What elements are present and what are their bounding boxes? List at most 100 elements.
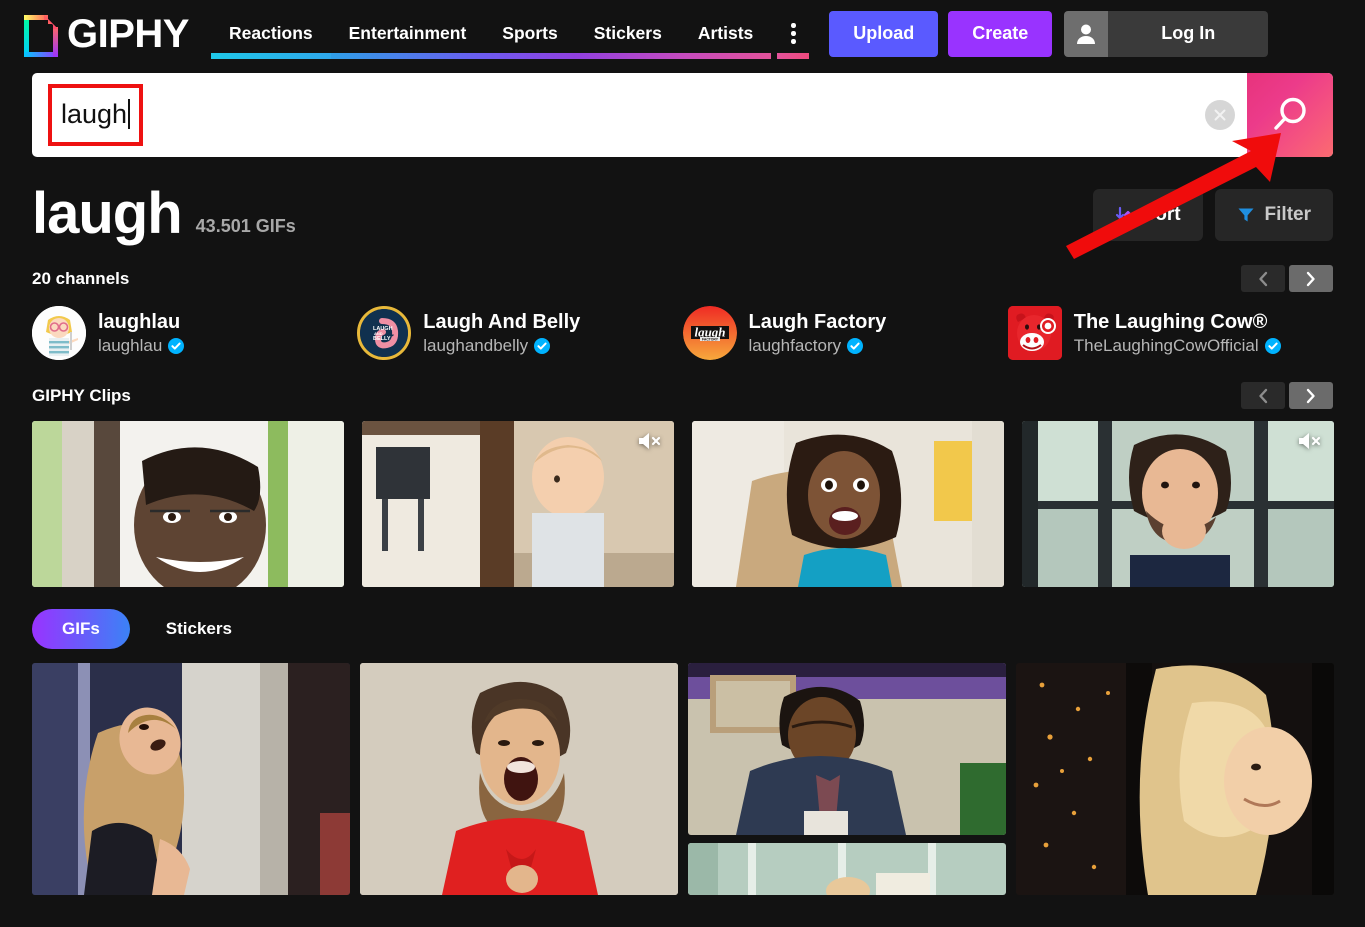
sort-arrow-icon	[1115, 206, 1132, 224]
channels-section-header: 20 channels	[0, 265, 1365, 292]
channel-handle: laughandbelly	[423, 335, 529, 355]
log-in-button[interactable]: Log In	[1108, 10, 1269, 57]
svg-text:BELLY: BELLY	[373, 336, 391, 342]
mute-icon	[639, 433, 661, 449]
gif-results-grid	[0, 663, 1365, 895]
clip-item[interactable]	[32, 421, 344, 587]
verified-badge-icon	[1264, 337, 1281, 354]
nav-underline	[679, 53, 772, 59]
clip-thumbnail	[362, 421, 674, 587]
channel-meta: laughlau laughlau	[98, 310, 185, 356]
chevron-left-icon	[1259, 271, 1268, 286]
content-type-tabs: GIFs Stickers	[0, 609, 1365, 649]
grid-column	[1016, 663, 1334, 895]
search-row: laugh	[0, 67, 1365, 157]
channel-name: laughlau	[98, 310, 181, 333]
gif-thumbnail	[688, 663, 1006, 835]
channel-item[interactable]: LAUGH AND BELLY Laugh And Belly laughand…	[357, 306, 682, 360]
nav-item-artists[interactable]: Artists	[679, 0, 772, 67]
user-avatar-icon[interactable]	[1064, 10, 1109, 57]
gif-tile[interactable]	[1016, 663, 1334, 895]
nav-more-button[interactable]	[771, 0, 815, 67]
channel-name: Laugh And Belly	[423, 310, 581, 333]
clips-prev-button[interactable]	[1241, 382, 1285, 409]
nav-label: Stickers	[593, 23, 662, 43]
mute-toggle[interactable]	[1296, 431, 1322, 451]
tab-gifs[interactable]: GIFs	[32, 609, 130, 649]
clips-next-button[interactable]	[1289, 382, 1333, 409]
search-input-value: laugh	[61, 98, 128, 129]
verified-badge-icon	[847, 337, 864, 354]
channel-meta: Laugh And Belly laughandbelly	[423, 311, 580, 356]
clips-section-header: GIPHY Clips	[0, 382, 1365, 409]
chevron-right-icon	[1306, 388, 1315, 403]
channel-item[interactable]: laughlau laughlau	[32, 306, 357, 360]
text-caret	[128, 99, 131, 129]
tab-stickers[interactable]: Stickers	[136, 609, 262, 649]
clip-item[interactable]	[1022, 421, 1334, 587]
nav-label: Entertainment	[348, 23, 467, 43]
grid-column	[688, 663, 1006, 895]
nav-underline	[210, 53, 331, 59]
search-icon	[1274, 97, 1306, 130]
results-actions: Sort Filter	[1092, 189, 1333, 241]
page-title: laugh	[32, 181, 183, 246]
kebab-menu-icon	[791, 31, 796, 36]
kebab-menu-icon	[791, 23, 796, 28]
nav-underline	[484, 53, 576, 59]
chevron-right-icon	[1306, 271, 1315, 286]
upload-button[interactable]: Upload	[829, 10, 939, 57]
mute-icon	[1299, 433, 1321, 449]
main-nav: Reactions Entertainment Sports Stickers …	[210, 0, 815, 67]
channel-handle-row: laughfactory	[749, 336, 887, 356]
channel-meta: The Laughing Cow® TheLaughingCowOfficial	[1074, 311, 1281, 356]
nav-item-stickers[interactable]: Stickers	[575, 0, 680, 67]
channels-list: laughlau laughlau LAUGH AND BELLY Laugh …	[0, 306, 1365, 360]
nav-item-sports[interactable]: Sports	[484, 0, 576, 67]
channels-next-button[interactable]	[1289, 265, 1333, 292]
gif-tile[interactable]	[32, 663, 350, 895]
gif-thumbnail	[360, 663, 678, 895]
gif-tile[interactable]	[688, 663, 1006, 835]
kebab-menu-icon	[791, 39, 796, 44]
gif-tile[interactable]	[360, 663, 678, 895]
channel-handle: laughfactory	[748, 335, 842, 355]
login-group: Log In	[1064, 10, 1269, 57]
clear-search-button[interactable]	[1205, 100, 1235, 130]
channel-item[interactable]: laugh FACTORY Laugh Factory laughfactory	[682, 306, 1008, 360]
sort-button[interactable]: Sort	[1092, 189, 1203, 241]
channels-title: 20 channels	[32, 268, 130, 288]
clips-carousel-nav	[1241, 382, 1333, 409]
channel-name: Laugh Factory	[748, 310, 887, 333]
belly-logo-avatar: LAUGH AND BELLY	[357, 306, 412, 360]
sort-label: Sort	[1142, 204, 1181, 225]
nav-label: Artists	[697, 23, 754, 43]
gif-thumbnail	[32, 663, 350, 895]
verified-badge-icon	[534, 337, 551, 354]
giphy-logo[interactable]: GIPHY	[24, 11, 189, 57]
clip-item[interactable]	[362, 421, 674, 587]
nav-label: Sports	[502, 23, 558, 43]
giphy-logo-icon	[24, 11, 58, 57]
nav-item-reactions[interactable]: Reactions	[210, 0, 331, 67]
filter-button[interactable]: Filter	[1214, 189, 1333, 241]
channels-prev-button[interactable]	[1241, 265, 1285, 292]
mute-toggle[interactable]	[636, 431, 662, 451]
giphy-wordmark: GIPHY	[67, 11, 189, 56]
channel-meta: Laugh Factory laughfactory	[749, 311, 887, 356]
channel-handle-row: laughlau	[98, 335, 185, 356]
search-input[interactable]: laugh	[32, 73, 1205, 157]
nav-underline	[575, 53, 680, 59]
create-button[interactable]: Create	[948, 10, 1053, 57]
clip-item[interactable]	[692, 421, 1004, 587]
nav-label: Reactions	[228, 23, 313, 43]
channels-carousel-nav	[1241, 265, 1333, 292]
nav-item-entertainment[interactable]: Entertainment	[330, 0, 485, 67]
gif-tile[interactable]	[688, 843, 1006, 895]
channel-handle: laughlau	[98, 335, 163, 355]
clip-thumbnail	[692, 421, 1004, 587]
filter-funnel-icon	[1238, 208, 1254, 222]
channel-item[interactable]: The Laughing Cow® TheLaughingCowOfficial	[1007, 306, 1333, 360]
search-bar: laugh	[32, 73, 1333, 157]
search-submit-button[interactable]	[1247, 73, 1333, 157]
